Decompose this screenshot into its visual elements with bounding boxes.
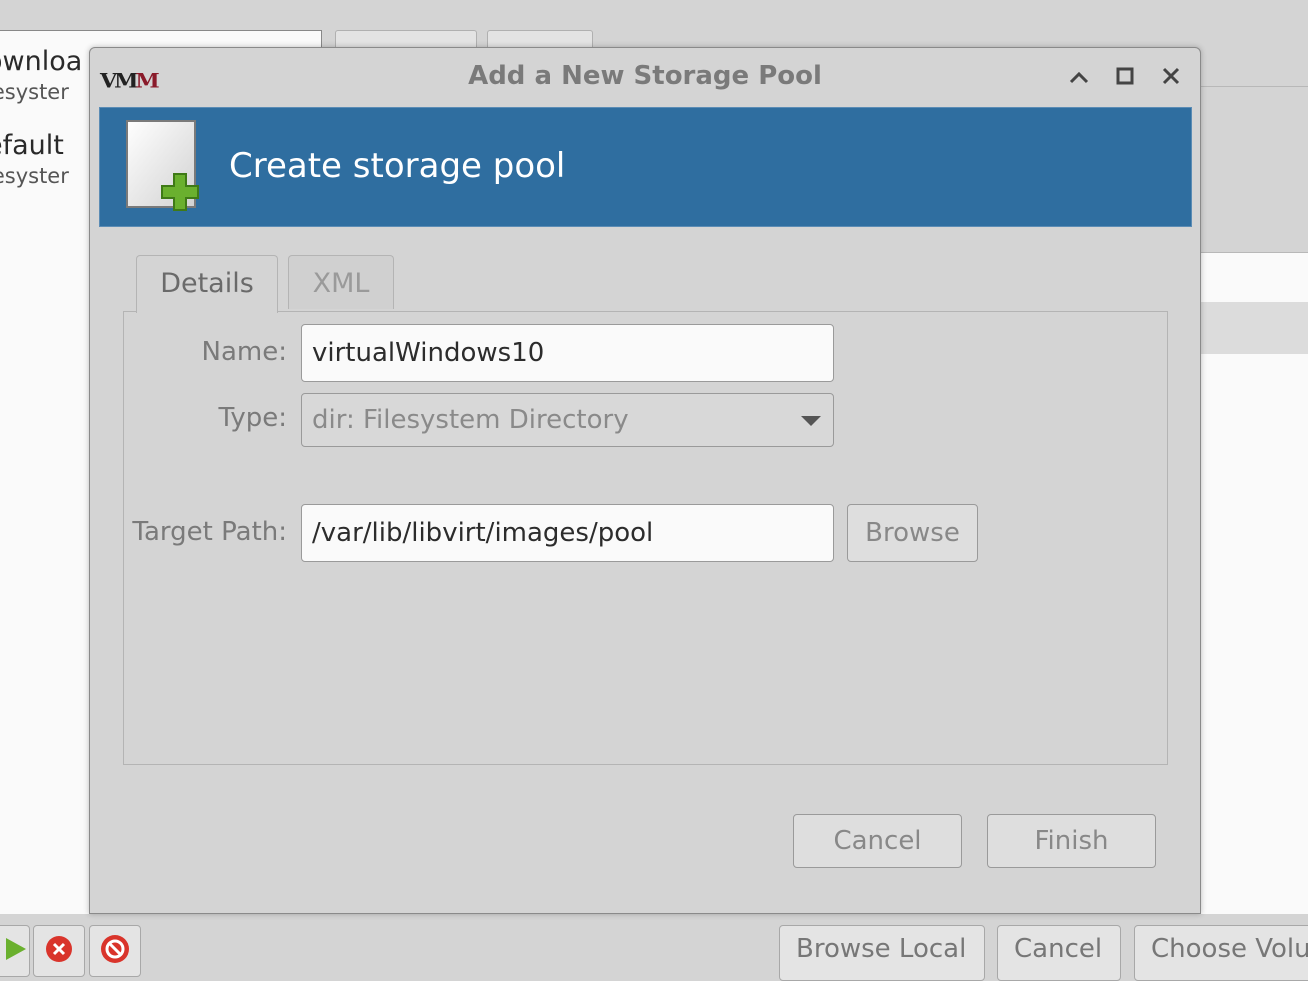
maximize-icon [1116, 67, 1134, 89]
new-document-icon [126, 120, 210, 218]
bg-divider [1200, 86, 1308, 87]
dialog-header-banner: Create storage pool [99, 107, 1192, 227]
target-path-label: Target Path: [132, 517, 287, 547]
name-input[interactable] [301, 324, 834, 382]
play-icon [4, 936, 28, 966]
finish-button[interactable]: Finish [987, 814, 1156, 868]
bg-stop-pool-button[interactable] [33, 925, 85, 977]
dropdown-arrow-icon [801, 416, 821, 426]
type-dropdown-value: dir: Filesystem Directory [312, 405, 629, 435]
dialog-title: Add a New Storage Pool [468, 61, 822, 91]
close-icon [1161, 66, 1181, 90]
bg-volume-selected-row[interactable] [1200, 302, 1308, 354]
tab-details[interactable]: Details [136, 255, 278, 313]
add-storage-pool-dialog: VMM Add a New Storage Pool Create storag… [89, 47, 1201, 914]
name-label: Name: [201, 337, 287, 367]
bg-delete-pool-button[interactable] [89, 925, 141, 977]
cancel-button[interactable]: Cancel [793, 814, 962, 868]
target-path-input[interactable] [301, 504, 834, 562]
bg-start-pool-button[interactable] [0, 925, 30, 977]
bg-choose-volume-button[interactable]: Choose Volu [1134, 925, 1308, 981]
bg-cancel-button[interactable]: Cancel [997, 925, 1121, 981]
bg-tab-1[interactable] [335, 30, 477, 47]
bg-pool-item-name: efault [0, 130, 64, 161]
close-button[interactable] [1155, 62, 1187, 94]
banner-title: Create storage pool [229, 146, 566, 186]
tab-xml[interactable]: XML [288, 255, 394, 309]
maximize-button[interactable] [1109, 62, 1141, 94]
type-dropdown[interactable]: dir: Filesystem Directory [301, 393, 834, 447]
browse-button[interactable]: Browse [847, 504, 978, 562]
bg-pool-item-name: ownloa [0, 46, 83, 77]
stop-icon [44, 934, 74, 968]
delete-icon [99, 933, 131, 969]
dialog-titlebar[interactable]: VMM Add a New Storage Pool [90, 48, 1200, 106]
bg-pool-item-type: lesyster [0, 80, 69, 104]
type-label: Type: [218, 403, 287, 433]
minimize-icon [1069, 69, 1089, 88]
bg-browse-local-button[interactable]: Browse Local [779, 925, 985, 981]
minimize-button[interactable] [1063, 62, 1095, 94]
bg-tab-2[interactable] [487, 30, 593, 47]
bg-pool-item-type: lesyster [0, 164, 69, 188]
